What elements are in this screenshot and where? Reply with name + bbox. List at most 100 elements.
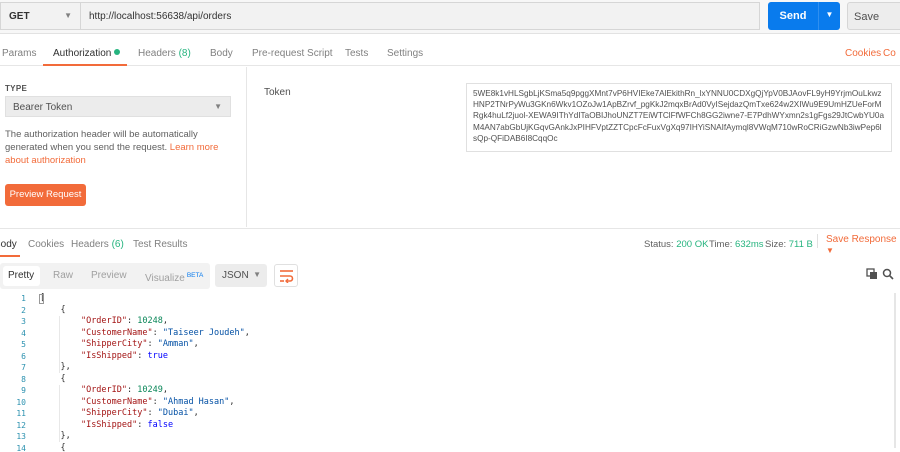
chevron-down-icon: ▼	[214, 102, 222, 111]
request-tabs: Params Authorization Headers (8) Body Pr…	[0, 40, 900, 66]
line-number: 4	[21, 328, 26, 338]
tab-headers-label: Headers	[138, 48, 176, 59]
preview-button[interactable]: Preview	[91, 266, 127, 286]
type-label: TYPE	[5, 84, 28, 93]
status-value: 200 OK	[676, 239, 709, 250]
code-lines: [ { "OrderID": 10248, "CustomerName": "T…	[40, 293, 890, 452]
chevron-down-icon: ▼	[253, 270, 261, 279]
line-number: 13	[16, 432, 26, 441]
tab-authorization-label: Authorization	[53, 48, 112, 59]
line-number: 9	[21, 386, 26, 395]
send-button[interactable]: Send ▼	[768, 2, 840, 30]
chevron-down-icon: ▼	[826, 246, 834, 255]
time-readout: Time: 632ms	[709, 239, 764, 250]
code-line: "OrderID": 10248,	[80, 316, 168, 326]
code-line: {	[40, 304, 66, 315]
pretty-button[interactable]: Pretty	[8, 266, 34, 286]
code-line: {	[40, 373, 66, 384]
tab-response-cookies[interactable]: Cookies	[28, 239, 64, 250]
tab-headers[interactable]: Headers (8)	[138, 48, 191, 59]
line-number: 2	[21, 305, 26, 315]
request-bar: GET ▼ http://localhost:56638/api/orders …	[0, 0, 900, 34]
auth-type-value: Bearer Token	[13, 102, 73, 113]
format-value: JSON	[222, 270, 249, 281]
tab-headers-count: (8)	[178, 48, 191, 59]
bracket-match-marker	[39, 294, 44, 304]
preview-request-button[interactable]: Preview Request	[5, 184, 86, 206]
size-value: 711 B	[788, 239, 813, 250]
response-body-editor[interactable]: 1 2 3 4 5 6 7 8 9 10 11 12 13 14 [ { "OrderID": 10248…	[0, 293, 900, 452]
code-line: },	[40, 362, 71, 372]
save-button[interactable]: Save	[847, 2, 900, 30]
time-value: 632ms	[735, 239, 764, 250]
code-line: {	[40, 442, 66, 452]
raw-button[interactable]: Raw	[53, 266, 73, 286]
url-input[interactable]: http://localhost:56638/api/orders	[80, 2, 760, 30]
tab-params[interactable]: Params	[2, 48, 36, 59]
visualize-button[interactable]: Visualize BETA	[145, 266, 203, 286]
scrollbar[interactable]	[894, 293, 896, 448]
chevron-down-icon: ▼	[64, 11, 72, 20]
beta-badge: BETA	[186, 272, 204, 279]
wrap-lines-icon	[280, 270, 294, 283]
code-line: [	[40, 293, 46, 303]
auth-description: The authorization header will be automat…	[5, 128, 227, 167]
line-number: 6	[21, 351, 26, 361]
line-number: 10	[16, 397, 26, 407]
method-label: GET	[9, 11, 30, 22]
tab-authorization[interactable]: Authorization	[53, 48, 121, 59]
line-number: 3	[21, 317, 26, 326]
size-label: Size:	[765, 239, 787, 250]
tab-response-headers[interactable]: Headers (6)	[71, 239, 124, 250]
code-line: "ShipperCity": "Dubai",	[80, 408, 199, 418]
line-number: 12	[16, 420, 26, 430]
tab-settings[interactable]: Settings	[387, 48, 423, 59]
code-line: "IsShipped": false	[80, 419, 174, 430]
format-select[interactable]: JSON ▼	[215, 264, 267, 287]
cookies-link[interactable]: Cookies	[845, 48, 881, 59]
method-select[interactable]: GET ▼	[0, 2, 80, 30]
visualize-label: Visualize	[145, 273, 185, 284]
token-label: Token	[264, 87, 291, 98]
line-number: 7	[21, 363, 26, 372]
code-line: "IsShipped": true	[80, 350, 168, 361]
line-number: 11	[16, 409, 26, 418]
send-label: Send	[779, 10, 807, 22]
url-text: http://localhost:56638/api/orders	[89, 11, 232, 22]
response-tabs: Body Cookies Headers (6) Test Results St…	[0, 228, 900, 257]
code-line: "ShipperCity": "Amman",	[80, 339, 199, 349]
line-number: 14	[16, 443, 26, 452]
active-dot-icon	[114, 49, 121, 55]
tab-test-results[interactable]: Test Results	[133, 239, 187, 250]
tab-prerequest-script[interactable]: Pre-request Script	[252, 48, 333, 59]
indent-guide	[59, 316, 60, 373]
status-label: Status:	[644, 239, 674, 250]
save-response-label: Save Response	[826, 234, 897, 245]
status-readout: Status: 200 OK	[644, 239, 708, 250]
auth-type-select[interactable]: Bearer Token ▼	[5, 96, 231, 117]
active-tab-indicator	[43, 64, 127, 66]
copy-icon[interactable]	[866, 268, 878, 280]
line-number: 8	[21, 374, 26, 384]
size-readout: Size: 711 B	[765, 239, 813, 250]
code-line: "OrderID": 10249,	[80, 385, 168, 395]
tab-body[interactable]: Body	[210, 48, 233, 59]
tab-tests[interactable]: Tests	[345, 48, 368, 59]
wrap-lines-button[interactable]	[274, 264, 298, 287]
code-line: "CustomerName": "Taiseer Joudeh",	[80, 327, 250, 338]
tab-response-body[interactable]: Body	[0, 239, 17, 250]
code-link[interactable]: Co	[883, 48, 896, 59]
code-line: "CustomerName": "Ahmad Hasan",	[80, 396, 235, 407]
time-label: Time:	[709, 239, 733, 250]
save-label: Save	[854, 11, 880, 23]
line-number: 1	[21, 294, 26, 303]
line-numbers: 1 2 3 4 5 6 7 8 9 10 11 12 13 14	[0, 293, 26, 452]
indent-guide	[59, 385, 60, 442]
token-input[interactable]: 5WE8k1vHLSgbLjKSma5q9pggXMnt7vP6HVIEke7A…	[466, 83, 892, 152]
tab-response-headers-label: Headers	[71, 239, 109, 250]
save-response-button[interactable]: Save Response ▼	[817, 234, 900, 255]
search-icon[interactable]	[882, 268, 894, 280]
line-number: 5	[21, 340, 26, 349]
send-options-icon[interactable]: ▼	[819, 10, 840, 19]
active-response-tab-indicator	[0, 255, 20, 257]
